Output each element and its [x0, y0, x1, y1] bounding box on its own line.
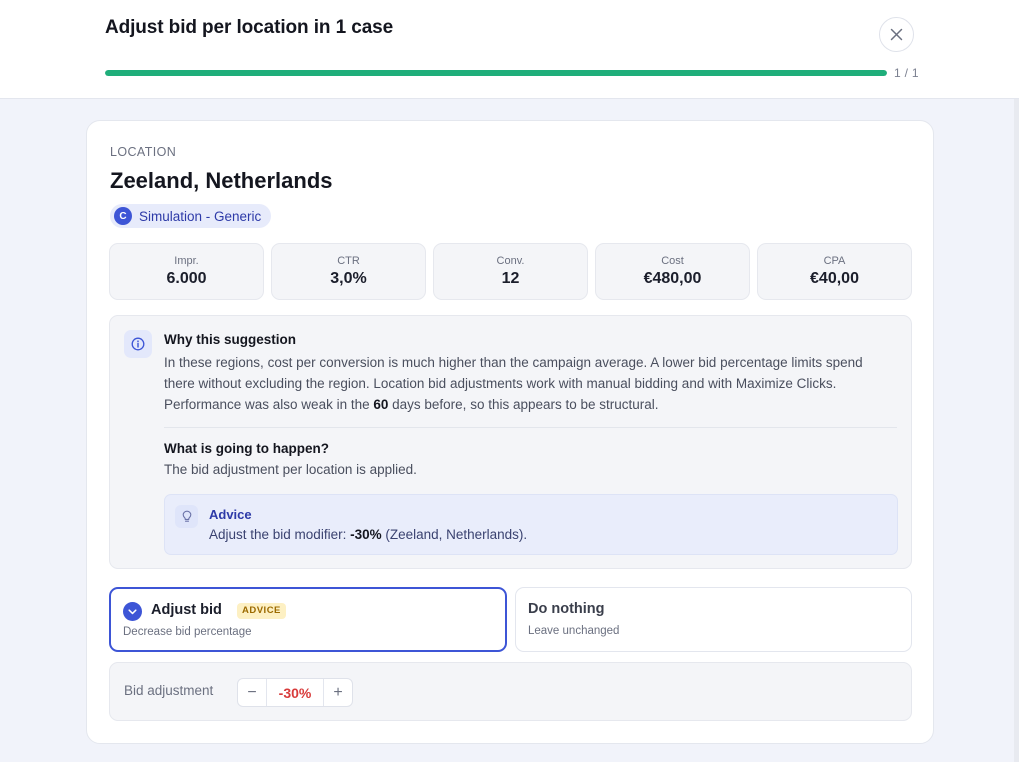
why-body-days: 60: [373, 397, 389, 412]
advice-badge: ADVICE: [237, 603, 286, 619]
metric-cpa: CPA €40,00: [757, 243, 912, 300]
divider: [164, 427, 897, 428]
metric-label: Conv.: [496, 255, 525, 267]
why-title: Why this suggestion: [164, 332, 297, 347]
chevron-down-icon: [123, 602, 142, 621]
increment-button[interactable]: +: [324, 679, 352, 706]
why-body-part2: days before, so this appears to be struc…: [388, 397, 659, 412]
scrollbar[interactable]: [1014, 99, 1019, 762]
option-title: Do nothing: [528, 601, 605, 617]
metric-impressions: Impr. 6.000: [109, 243, 264, 300]
metric-conversions: Conv. 12: [433, 243, 588, 300]
bid-stepper: − -30% +: [237, 678, 353, 707]
progress-bar: [105, 70, 887, 76]
close-button[interactable]: [879, 17, 914, 52]
advice-modifier: -30%: [350, 527, 382, 542]
metric-value: 6.000: [166, 270, 207, 287]
metric-value: 3,0%: [330, 270, 367, 287]
option-subtitle: Decrease bid percentage: [123, 626, 252, 638]
why-body: In these regions, cost per conversion is…: [164, 352, 894, 415]
advice-title: Advice: [209, 507, 252, 522]
suggestion-card: LOCATION Zeeland, Netherlands C Simulati…: [86, 120, 934, 744]
advice-text-suffix: (Zeeland, Netherlands).: [381, 527, 528, 542]
metric-ctr: CTR 3,0%: [271, 243, 426, 300]
info-icon: [124, 330, 152, 358]
metric-value: €480,00: [643, 270, 702, 287]
progress-count: 1 / 1: [894, 66, 919, 80]
decrement-button[interactable]: −: [238, 679, 266, 706]
metric-label: CTR: [337, 255, 360, 267]
metrics-row: Impr. 6.000 CTR 3,0% Conv. 12 Cost €480,…: [109, 243, 912, 300]
bid-adjustment-panel: Bid adjustment − -30% +: [109, 662, 912, 721]
why-panel: Why this suggestion In these regions, co…: [109, 315, 912, 569]
option-subtitle: Leave unchanged: [528, 625, 620, 637]
campaign-avatar: C: [114, 207, 132, 225]
campaign-name: Simulation - Generic: [139, 208, 262, 224]
bid-value-input[interactable]: -30%: [266, 679, 324, 706]
happen-title: What is going to happen?: [164, 441, 329, 456]
location-eyebrow: LOCATION: [110, 145, 177, 159]
metric-value: 12: [501, 270, 520, 287]
advice-text-prefix: Adjust the bid modifier:: [209, 527, 351, 542]
metric-cost: Cost €480,00: [595, 243, 750, 300]
campaign-chip: C Simulation - Generic: [110, 204, 272, 228]
metric-label: Cost: [661, 255, 684, 267]
advice-box: Advice Adjust the bid modifier: -30% (Ze…: [164, 494, 898, 555]
option-do-nothing[interactable]: Do nothing Leave unchanged: [515, 587, 912, 652]
progress-fill: [105, 70, 887, 76]
bid-adjustment-label: Bid adjustment: [124, 683, 214, 698]
page-title: Adjust bid per location in 1 case: [105, 17, 394, 38]
advice-text: Adjust the bid modifier: -30% (Zeeland, …: [209, 527, 527, 542]
metric-value: €40,00: [810, 270, 859, 287]
metric-label: Impr.: [174, 255, 199, 267]
location-name: Zeeland, Netherlands: [110, 168, 333, 193]
lightbulb-icon: [175, 505, 198, 528]
option-adjust-bid[interactable]: Adjust bid ADVICE Decrease bid percentag…: [109, 587, 507, 652]
happen-body: The bid adjustment per location is appli…: [164, 462, 417, 477]
metric-label: CPA: [823, 255, 846, 267]
close-icon: [890, 28, 903, 41]
option-title: Adjust bid: [151, 602, 222, 618]
header-bar: Adjust bid per location in 1 case 1 / 1: [0, 0, 1019, 99]
